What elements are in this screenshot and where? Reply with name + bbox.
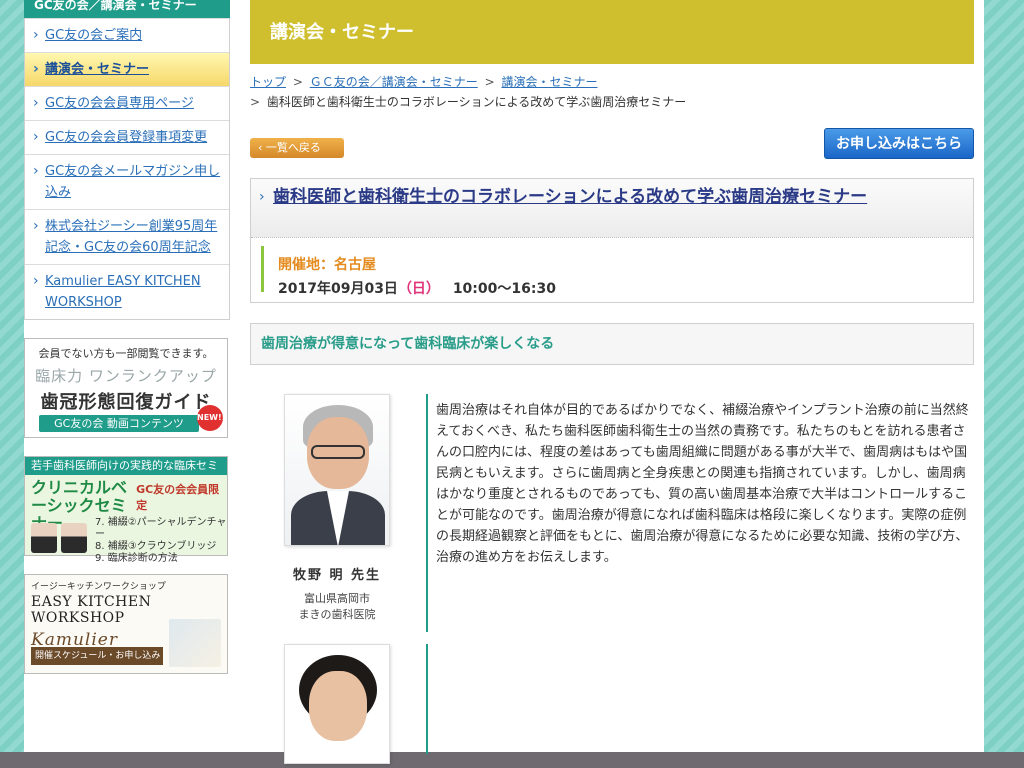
breadcrumb-separator: > <box>250 95 261 109</box>
breadcrumb-current: 歯科医師と歯科衛生士のコラボレーションによる改めて学ぶ歯周治療セミナー <box>266 95 687 109</box>
event-box: › 歯科医師と歯科衛生士のコラボレーションによる改めて学ぶ歯周治療セミナー 開催… <box>250 178 974 303</box>
sidebar-menu: GC友の会ご案内 講演会・セミナー GC友の会会員専用ページ GC友の会会員登録… <box>24 18 230 320</box>
sidebar-item-anniversary[interactable]: 株式会社ジーシー創業95周年記念・GC友の会60周年記念 <box>25 209 229 264</box>
main-content: 講演会・セミナー トップ > ＧＣ友の会／講演会・セミナー > 講演会・セミナー… <box>250 0 974 764</box>
new-badge: NEW!! <box>197 405 225 431</box>
background-pattern-left <box>0 0 24 768</box>
chevron-right-icon: › <box>259 189 265 205</box>
sidebar-item-seminar[interactable]: 講演会・セミナー <box>25 52 229 86</box>
speaker-thumbnail <box>31 523 57 553</box>
sidebar-heading: GC友の会／講演会・セミナー <box>24 0 230 18</box>
event-date: 2017年09月03日 <box>278 281 398 297</box>
back-to-list-button[interactable]: ‹ 一覧へ戻る <box>250 138 344 158</box>
breadcrumb-link-seminar[interactable]: 講演会・セミナー <box>501 75 597 89</box>
page: GC友の会／講演会・セミナー GC友の会ご案内 講演会・セミナー GC友の会会員… <box>24 0 984 764</box>
breadcrumb-link-gc[interactable]: ＧＣ友の会／講演会・セミナー <box>310 75 478 89</box>
event-venue: 開催地：名古屋 <box>278 257 376 273</box>
banner-list-item: 9. 臨床診断の方法 <box>95 553 178 564</box>
event-time: 10:00〜16:30 <box>452 281 556 297</box>
speaker-photo-2 <box>284 644 390 764</box>
sidebar-item-member-registration[interactable]: GC友の会会員登録事項変更 <box>25 120 229 154</box>
breadcrumb-separator: > <box>484 75 495 89</box>
banner-clinical-basic-seminar[interactable]: 若手歯科医師向けの実践的な臨床セミナー クリニカルベーシックセミナー GC友の会… <box>24 456 228 564</box>
breadcrumb-separator: > <box>292 75 303 89</box>
speaker-clinic: まきの歯科医院 <box>298 608 376 621</box>
chevron-left-icon: ‹ <box>258 141 266 154</box>
speaker-thumbnail <box>61 523 87 553</box>
breadcrumb: トップ > ＧＣ友の会／講演会・セミナー > 講演会・セミナー > 歯科医師と歯… <box>250 72 974 112</box>
seminar-subtitle: 歯周治療が得意になって歯科臨床が楽しくなる <box>250 323 974 365</box>
banner-footer: GC友の会 動画コンテンツ <box>39 415 199 432</box>
banner-video-contents[interactable]: 会員でない方も一部閲覧できます。 臨床力 ワンランクアップ 歯冠形態回復ガイド … <box>24 338 228 438</box>
banner-list: 7. 補綴②パーシャルデンチャー 8. 補綴③クラウンブリッジ 9. 臨床診断の… <box>95 517 227 565</box>
divider-line <box>426 644 428 754</box>
sidebar-item-kamulier[interactable]: Kamulier EASY KITCHEN WORKSHOP <box>25 264 229 319</box>
bottom-bar <box>0 752 1024 768</box>
speaker-name: 牧野 明 先生 <box>292 568 382 583</box>
banner-footer: 開催スケジュール・お申し込み <box>31 647 163 665</box>
divider-line <box>426 394 428 632</box>
speaker-photo <box>284 394 390 546</box>
sidebar-item-mail-magazine[interactable]: GC友の会メールマガジン申し込み <box>25 154 229 209</box>
page-title: 講演会・セミナー <box>250 0 974 64</box>
banner-head: 若手歯科医師向けの実践的な臨床セミナー <box>25 457 227 490</box>
banner-note: 会員でない方も一部閲覧できます。 <box>38 347 214 360</box>
sidebar: GC友の会／講演会・セミナー GC友の会ご案内 講演会・セミナー GC友の会会員… <box>24 0 230 674</box>
workshop-photo <box>169 619 221 667</box>
banner-line1: 臨床力 ワンランクアップ <box>35 367 217 385</box>
sidebar-item-gc-guide[interactable]: GC友の会ご案内 <box>25 18 229 52</box>
event-title: 歯科医師と歯科衛生士のコラボレーションによる改めて学ぶ歯周治療セミナー <box>273 187 868 207</box>
speaker-location: 富山県高岡市 <box>304 592 370 605</box>
banner-list-item: 7. 補綴②パーシャルデンチャー <box>95 517 227 540</box>
speaker-affiliation: 富山県高岡市 まきの歯科医院 <box>284 591 390 623</box>
banner-line2: 歯冠形態回復ガイド <box>40 392 212 413</box>
breadcrumb-link-top[interactable]: トップ <box>250 75 286 89</box>
speaker-1: 牧野 明 先生 富山県高岡市 まきの歯科医院 <box>284 394 390 623</box>
event-day-of-week: （日） <box>397 281 440 297</box>
apply-button[interactable]: お申し込みはこちら <box>824 128 974 159</box>
banner-easy-kitchen-workshop[interactable]: イージーキッチンワークショップ EASY KITCHEN WORKSHOP Ka… <box>24 574 228 674</box>
banner-list-item: 8. 補綴③クラウンブリッジ <box>95 541 217 552</box>
background-pattern-right <box>984 0 1024 768</box>
back-to-list-label: 一覧へ戻る <box>265 141 321 154</box>
speaker-description: 歯周治療はそれ自体が目的であるばかりでなく、補綴治療やインプラント治療の前に当然… <box>436 403 969 565</box>
banner-note: イージーキッチンワークショップ <box>31 582 166 592</box>
sidebar-item-members-page[interactable]: GC友の会会員専用ページ <box>25 86 229 120</box>
